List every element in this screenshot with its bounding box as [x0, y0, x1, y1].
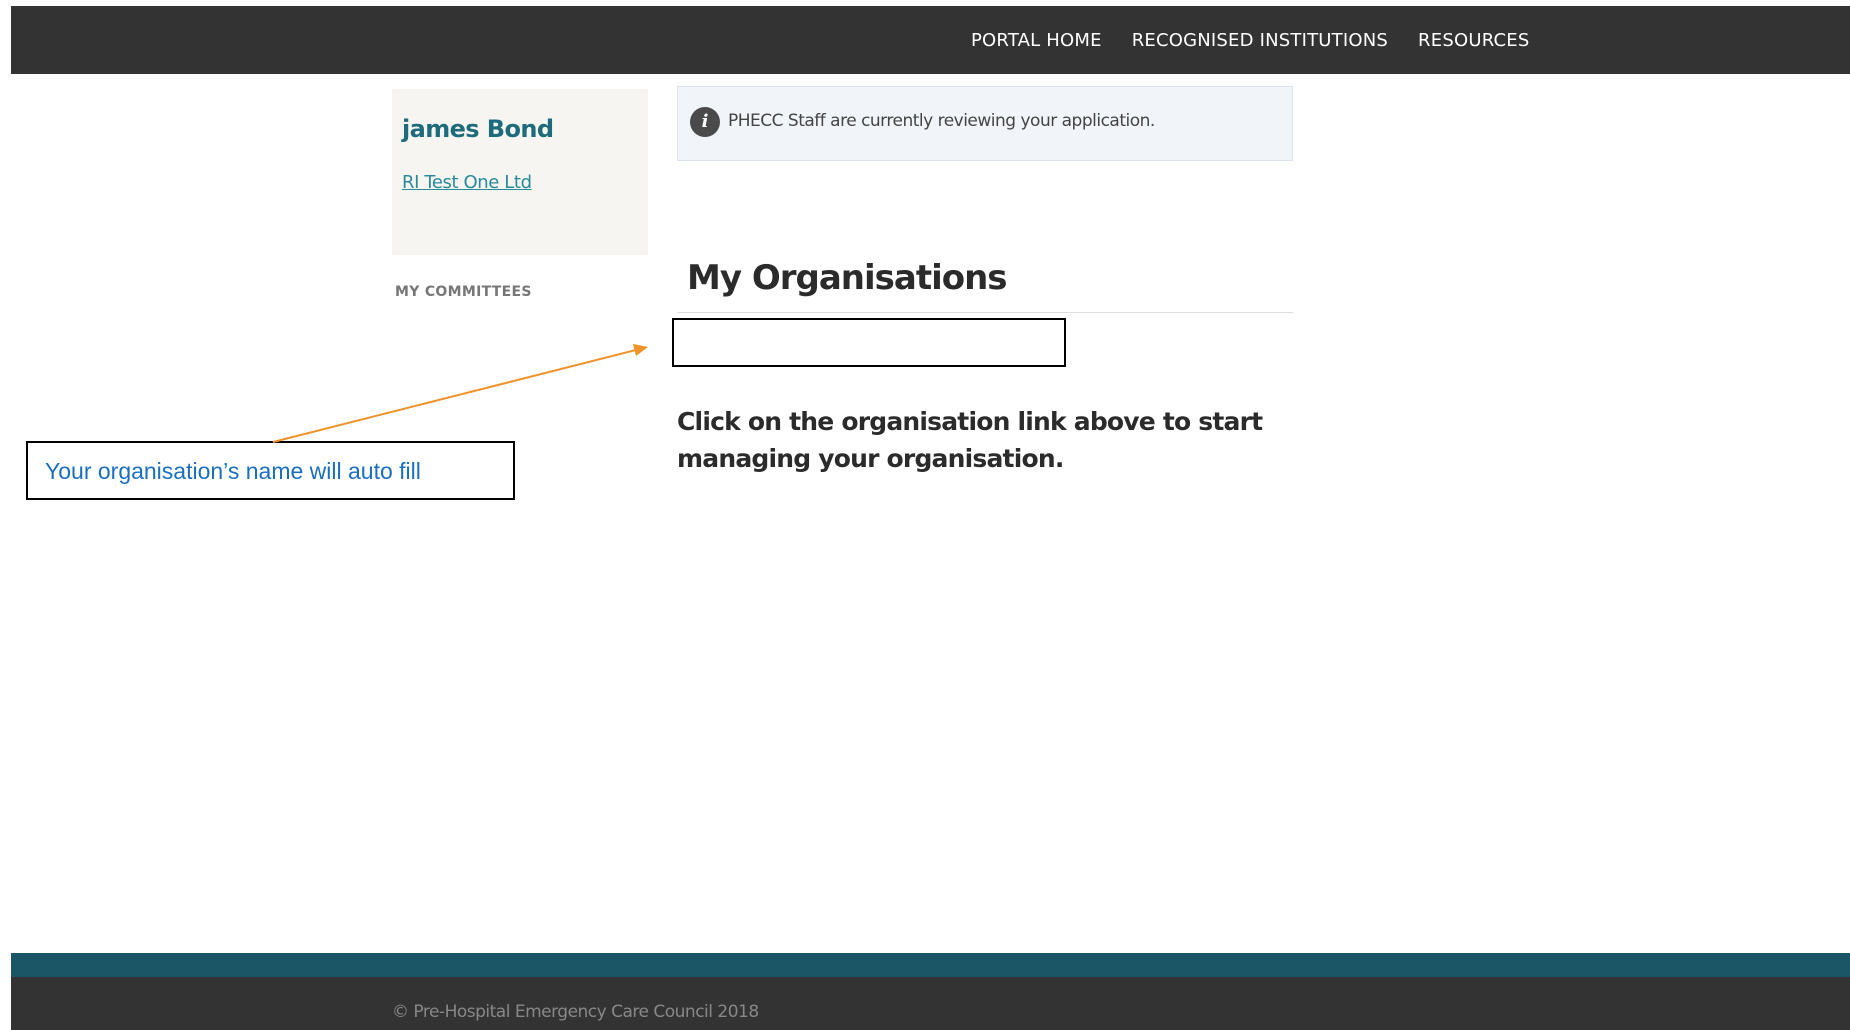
top-navbar: PORTAL HOME RECOGNISED INSTITUTIONS RESO… — [11, 6, 1850, 74]
organisation-name-placeholder[interactable] — [672, 318, 1066, 367]
copyright-text: © Pre-Hospital Emergency Care Council 20… — [392, 1002, 759, 1022]
nav-portal-home[interactable]: PORTAL HOME — [971, 30, 1102, 51]
nav-resources[interactable]: RESOURCES — [1418, 30, 1529, 51]
annotation-callout: Your organisation’s name will auto fill — [26, 441, 515, 500]
page-title: My Organisations — [687, 258, 1008, 298]
user-name: james Bond — [402, 115, 554, 143]
status-alert: i PHECC Staff are currently reviewing yo… — [677, 86, 1293, 161]
info-icon: i — [690, 107, 720, 137]
user-profile-card: james Bond RI Test One Ltd — [392, 89, 648, 255]
annotation-arrow-head — [633, 344, 648, 356]
nav-recognised-institutions[interactable]: RECOGNISED INSTITUTIONS — [1132, 30, 1388, 51]
organisation-link[interactable]: RI Test One Ltd — [402, 172, 532, 193]
footer-accent-band — [11, 953, 1850, 977]
title-divider — [677, 312, 1293, 313]
annotation-arrow-line — [272, 349, 637, 443]
annotation-callout-text: Your organisation’s name will auto fill — [45, 458, 421, 484]
my-committees-heading[interactable]: MY COMMITTEES — [395, 284, 532, 300]
alert-message: PHECC Staff are currently reviewing your… — [728, 111, 1155, 131]
instructions-text: Click on the organisation link above to … — [677, 407, 1263, 473]
footer: © Pre-Hospital Emergency Care Council 20… — [11, 977, 1850, 1030]
top-nav: PORTAL HOME RECOGNISED INSTITUTIONS RESO… — [971, 6, 1559, 74]
